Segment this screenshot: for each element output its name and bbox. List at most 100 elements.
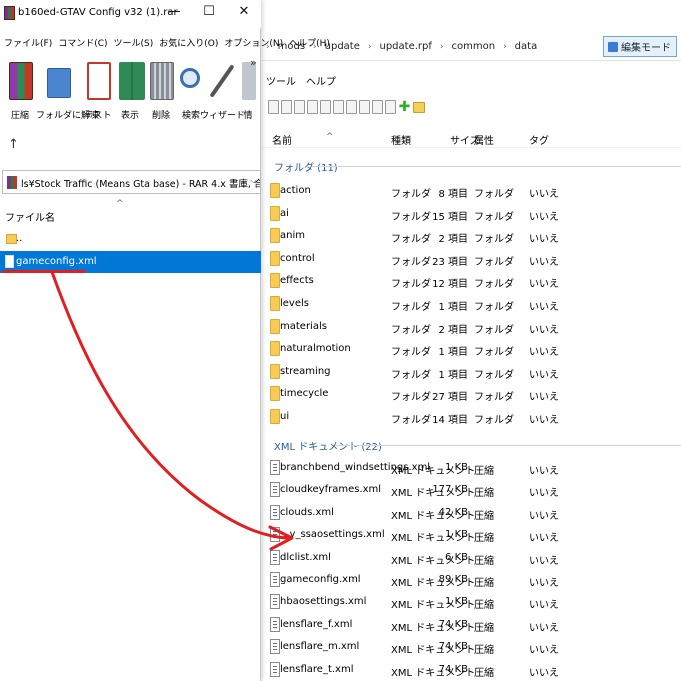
item-size: 74 KB [438, 663, 468, 675]
folder-row[interactable]: ai フォルダ 15 項目 フォルダ いいえ [262, 203, 681, 225]
title-bar[interactable]: b160ed-GTAV Config v32 (1).rar — ☐ ✕ [0, 0, 261, 28]
paste-icon[interactable] [307, 100, 318, 114]
item-name: lensflare_t.xml [280, 663, 354, 675]
folder-group-header[interactable]: フォルダ (11) [262, 157, 681, 174]
xml-file-icon [270, 527, 280, 543]
xml-file-icon [270, 572, 280, 587]
item-name: ai [280, 207, 289, 219]
replace-icon[interactable] [346, 100, 357, 114]
list-item-parent[interactable]: .. [0, 229, 261, 251]
folder-row[interactable]: timecycle フォルダ 27 項目 フォルダ いいえ [262, 383, 681, 405]
path-crumb-common[interactable]: common [452, 41, 496, 52]
column-tag[interactable]: タグ [529, 132, 549, 147]
column-type[interactable]: 種類 [391, 132, 411, 147]
xml-file-row[interactable]: gameconfig.xml XML ドキュメント 89 KB 圧縮 いいえ [262, 569, 681, 591]
folder-icon [270, 273, 280, 289]
item-attr: フォルダ [474, 234, 514, 246]
xml-file-row[interactable]: hbaosettings.xml XML ドキュメント 1 KB 圧縮 いいえ [262, 591, 681, 613]
folder-row[interactable]: control フォルダ 23 項目 フォルダ いいえ [262, 248, 681, 270]
add-icon[interactable]: ✚ [398, 100, 411, 114]
item-attr: フォルダ [474, 324, 514, 336]
xml-file-row[interactable]: branchbend_windsettings.xml XML ドキュメント 1 K… [262, 457, 681, 479]
rename-icon[interactable] [372, 100, 383, 114]
folder-row[interactable]: materials フォルダ 2 項目 フォルダ いいえ [262, 316, 681, 338]
item-type: フォルダ [391, 347, 431, 359]
xml-file-row[interactable]: lensflare_t.xml XML ドキュメント 74 KB 圧縮 いいえ [262, 659, 681, 681]
tool-wizard[interactable]: ウィザード [200, 56, 245, 126]
xml-file-icon [270, 482, 280, 498]
menu-file[interactable]: ファイル(F) [4, 36, 52, 52]
folder-row[interactable]: action フォルダ 8 項目 フォルダ いいえ [262, 180, 681, 202]
compress-icon [9, 62, 33, 100]
item-size: 89 KB [438, 574, 468, 585]
group-divider [312, 166, 681, 167]
item-name: lensflare_m.xml [280, 641, 360, 653]
folder-row[interactable]: streaming フォルダ 1 項目 フォルダ いいえ [262, 361, 681, 383]
edit-mode-label: 編集モード [621, 43, 671, 54]
xml-file-icon [270, 661, 280, 677]
column-filename[interactable]: ファイル名 [5, 209, 55, 224]
edit-mode-button[interactable]: 編集モード [603, 36, 677, 57]
import-icon[interactable] [333, 100, 344, 114]
chevron-down-icon[interactable]: ⌵ [250, 176, 257, 186]
tool-extract-to[interactable]: フォルダに解凍 [36, 56, 99, 126]
column-name[interactable]: 名前 [272, 132, 292, 147]
xml-file-row[interactable]: dlclist.xml XML ドキュメント 6 KB 圧縮 いいえ [262, 547, 681, 569]
xml-file-row[interactable]: cloudkeyframes.xml XML ドキュメント 177 KB 圧縮 いいえ [262, 479, 681, 501]
xml-file-icon [270, 594, 280, 610]
maximize-button[interactable]: ☐ [192, 2, 226, 22]
item-tag: いいえ [529, 510, 559, 522]
export-icon[interactable] [320, 100, 331, 114]
menu-options[interactable]: オプション(N) [224, 36, 283, 52]
tool-compress[interactable]: 圧縮 [2, 56, 38, 126]
winrar-toolbar: 圧縮 フォルダに解凍 テスト 表示 削除 検索 ウィザード 情 » [0, 56, 261, 128]
folder-row[interactable]: effects フォルダ 12 項目 フォルダ いいえ [262, 270, 681, 292]
folder-row[interactable]: levels フォルダ 1 項目 フォルダ いいえ [262, 293, 681, 315]
item-type: フォルダ [391, 211, 431, 223]
minimize-button[interactable]: — [157, 2, 191, 22]
toolbar-more-icon[interactable]: » [250, 56, 257, 69]
folder-row[interactable]: naturalmotion フォルダ 1 項目 フォルダ いいえ [262, 338, 681, 360]
item-tag: いいえ [529, 488, 559, 500]
item-attr: フォルダ [474, 392, 514, 404]
up-folder-icon[interactable]: ↑ [8, 137, 19, 152]
item-tag: いいえ [529, 189, 559, 200]
xml-file-row[interactable]: clouds.xml XML ドキュメント 42 KB 圧縮 いいえ [262, 502, 681, 524]
folder-icon [270, 363, 280, 379]
xml-file-row[interactable]: lensflare_m.xml XML ドキュメント 74 KB 圧縮 いいえ [262, 636, 681, 658]
folder-icon [270, 341, 280, 357]
folder-row[interactable]: anim フォルダ 2 項目 フォルダ いいえ [262, 225, 681, 247]
item-type: フォルダ [391, 369, 431, 381]
menu-help[interactable]: ヘルプ(H) [289, 36, 330, 52]
xml-file-row[interactable]: ...y_ssaosettings.xml XML ドキュメント 1 KB 圧縮 いいえ [262, 524, 681, 546]
xml-file-row[interactable]: lensflare_f.xml XML ドキュメント 74 KB 圧縮 いいえ [262, 614, 681, 636]
new-folder-icon[interactable] [413, 101, 425, 113]
new-file-icon[interactable] [268, 100, 279, 114]
path-crumb-data[interactable]: data [515, 41, 538, 52]
column-attr[interactable]: 属性 [474, 132, 494, 147]
menu-tools[interactable]: ツール [266, 73, 296, 89]
xml-group-header[interactable]: XML ドキュメント (22) [262, 436, 681, 453]
item-attr: 圧縮 [474, 466, 494, 477]
item-name: timecycle [280, 388, 329, 400]
path-crumb-update-rpf[interactable]: update.rpf [379, 41, 431, 52]
item-attr: フォルダ [474, 347, 514, 359]
archive-path-field[interactable]: ls¥Stock Traffic (Means Gta base) - RAR … [2, 170, 261, 194]
open-file-icon[interactable] [281, 100, 292, 114]
folder-row[interactable]: ui フォルダ 14 項目 フォルダ いいえ [262, 406, 681, 428]
menu-tools[interactable]: ツール(S) [114, 36, 154, 52]
menu-help[interactable]: ヘルプ [306, 73, 336, 89]
window-title: b160ed-GTAV Config v32 (1).rar [18, 7, 178, 18]
menu-command[interactable]: コマンド(C) [58, 36, 107, 52]
path-separator: › [367, 41, 372, 52]
item-tag: いいえ [529, 555, 559, 567]
folder-icon [270, 318, 280, 334]
edit-file-icon[interactable] [359, 100, 370, 114]
parent-label: .. [16, 233, 23, 244]
annotation-underline [2, 270, 86, 273]
menu-favorites[interactable]: お気に入り(O) [159, 36, 218, 52]
item-name: naturalmotion [280, 343, 351, 355]
delete-icon[interactable] [385, 100, 396, 114]
close-button[interactable]: ✕ [227, 2, 261, 22]
copy-icon[interactable] [294, 100, 305, 114]
